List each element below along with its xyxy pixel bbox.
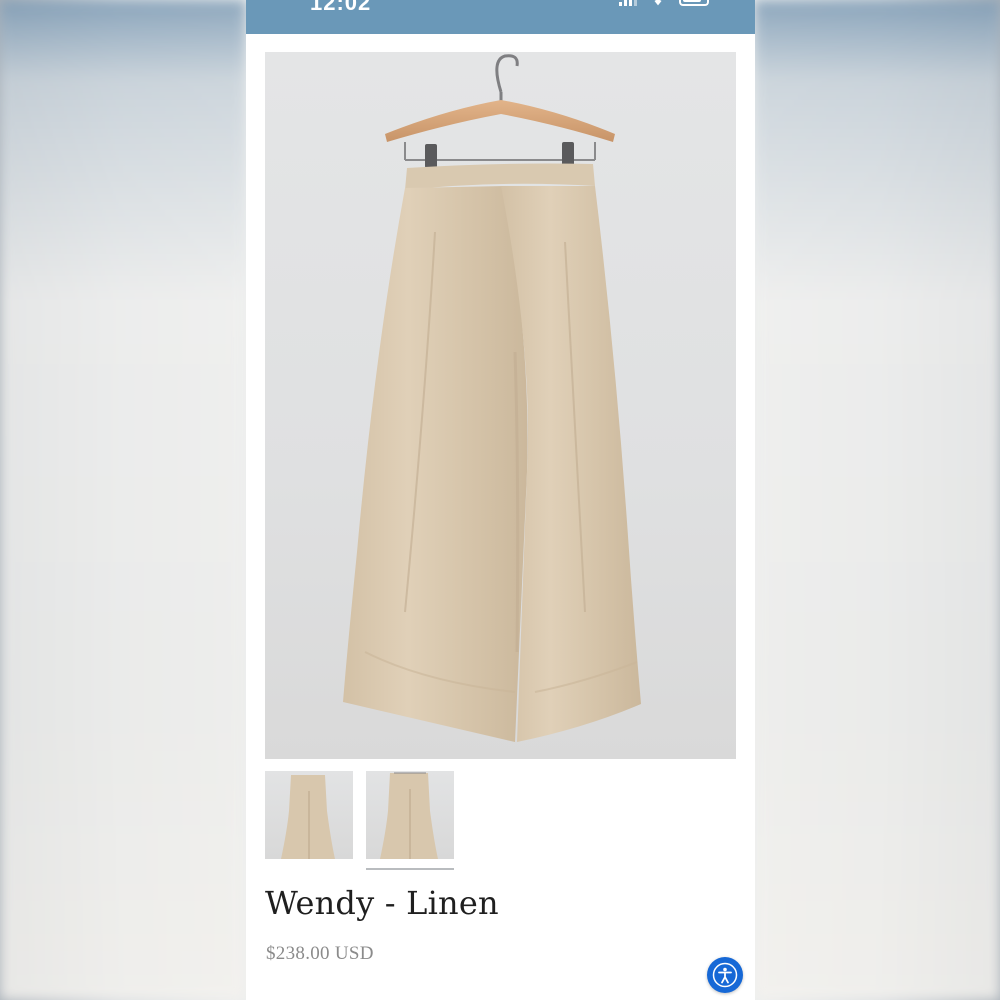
background-blur-left [0,0,246,1000]
product-price: $238.00 USD [266,943,374,964]
battery-icon [679,0,709,6]
accessibility-button[interactable] [707,957,743,993]
background-blur-right [754,0,1000,1000]
status-bar: 12:02 [246,0,755,34]
signal-icon [619,0,637,6]
product-main-image[interactable] [265,52,736,759]
wifi-icon [654,0,662,6]
status-icons [619,0,709,6]
thumbnail-pants-illustration [281,775,335,859]
linen-pants-illustration [343,54,641,742]
accessibility-icon [712,962,738,988]
selected-thumbnail-indicator [366,868,454,870]
product-title: Wendy - Linen [265,884,499,922]
thumbnail-pants-illustration [380,772,438,859]
status-time: 12:02 [310,0,372,15]
thumbnail-back-view[interactable] [366,771,454,859]
thumbnail-front-view[interactable] [265,771,353,859]
phone-screen: 12:02 Wendy - Linen $238.00 USD [246,0,755,1000]
